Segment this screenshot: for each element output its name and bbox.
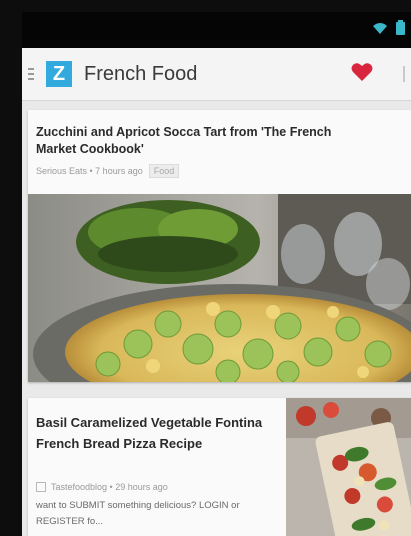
app-logo[interactable]: Z (46, 61, 72, 87)
article-snippet: want to SUBMIT something delicious? LOGI… (36, 500, 240, 527)
pizza-tart-photo[interactable] (28, 194, 411, 382)
article-source-time: Tastefoodblog • 29 hours ago (51, 482, 168, 492)
device-frame: Z French Food Zucchini and Apricot Socca… (0, 0, 411, 536)
article-title[interactable]: Basil Caramelized Vegetable Fontina Fren… (36, 412, 276, 454)
bookmark-icon[interactable] (36, 482, 46, 492)
drawer-indicator-icon[interactable] (28, 63, 40, 85)
article-card[interactable]: Zucchini and Apricot Socca Tart from 'Th… (28, 110, 411, 382)
bread-pizza-photo[interactable] (286, 398, 411, 536)
wifi-icon (372, 21, 388, 35)
status-bar (22, 12, 411, 48)
heart-icon[interactable] (351, 62, 373, 87)
overflow-menu-icon[interactable] (403, 66, 411, 82)
article-card[interactable]: Basil Caramelized Vegetable Fontina Fren… (28, 398, 411, 536)
article-source-time: Serious Eats • 7 hours ago (36, 166, 143, 176)
app-title: French Food (84, 62, 198, 85)
article-title[interactable]: Zucchini and Apricot Socca Tart from 'Th… (28, 110, 411, 158)
article-meta: Tastefoodblog • 29 hours ago (36, 482, 281, 492)
screen: Z French Food Zucchini and Apricot Socca… (22, 12, 411, 536)
category-tag[interactable]: Food (148, 164, 180, 178)
battery-icon (396, 20, 405, 35)
article-meta: Serious Eats • 7 hours ago Food (28, 158, 411, 184)
app-bar: Z French Food (22, 48, 411, 101)
